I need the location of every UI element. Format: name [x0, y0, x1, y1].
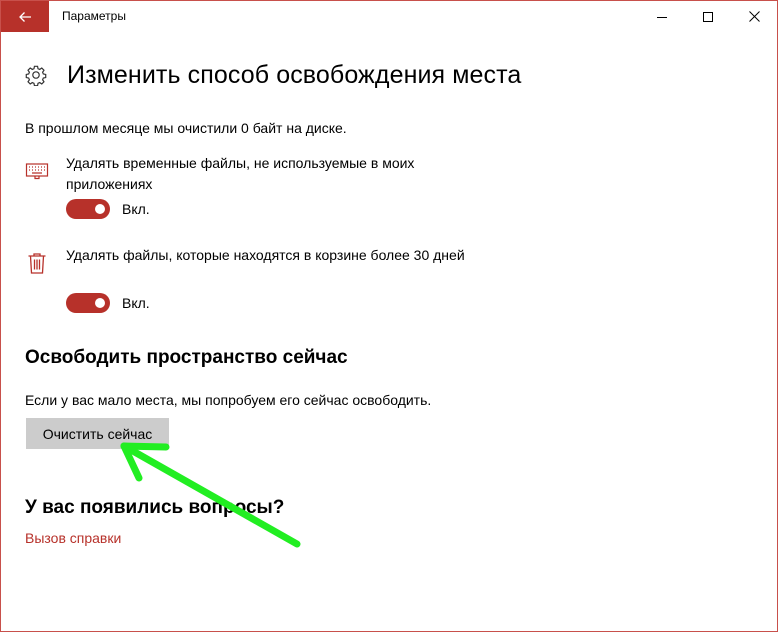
close-button[interactable] [731, 1, 777, 32]
recycle-bin-toggle[interactable] [66, 293, 110, 313]
free-space-description: Если у вас мало места, мы попробуем его … [25, 392, 432, 408]
window-title: Параметры [62, 9, 126, 23]
free-space-heading: Освободить пространство сейчас [25, 347, 348, 368]
option-recycle-bin-text: Удалять файлы, которые находятся в корзи… [66, 247, 465, 263]
minimize-button[interactable] [639, 1, 685, 32]
maximize-icon [703, 11, 713, 22]
close-icon [748, 11, 760, 22]
page-title: Изменить способ освобождения места [67, 60, 522, 89]
clean-now-button[interactable]: Очистить сейчас [26, 418, 169, 449]
trash-icon [28, 253, 46, 274]
cleanup-summary: В прошлом месяце мы очистили 0 байт на д… [25, 120, 347, 136]
toggle-knob [95, 204, 105, 214]
option-temp-files-toggle-row: Вкл. [66, 199, 150, 219]
gear-icon [25, 65, 47, 86]
temp-files-toggle-label: Вкл. [122, 201, 150, 217]
minimize-icon [657, 16, 667, 18]
maximize-button[interactable] [685, 1, 731, 32]
option-recycle-bin-toggle-row: Вкл. [66, 293, 150, 313]
help-heading: У вас появились вопросы? [25, 497, 285, 518]
page-header: Изменить способ освобождения места [25, 59, 521, 91]
recycle-bin-toggle-label: Вкл. [122, 295, 150, 311]
toggle-knob [95, 298, 105, 308]
title-bar: Параметры [1, 1, 777, 32]
get-help-link[interactable]: Вызов справки [25, 530, 121, 546]
keyboard-icon [25, 163, 49, 180]
back-button[interactable] [1, 1, 49, 32]
arrow-left-icon [19, 11, 31, 22]
option-temp-files-text: Удалять временные файлы, не используемые… [66, 155, 415, 192]
temp-files-toggle[interactable] [66, 199, 110, 219]
settings-window: Параметры Изменить способ освобождения м… [0, 0, 778, 632]
